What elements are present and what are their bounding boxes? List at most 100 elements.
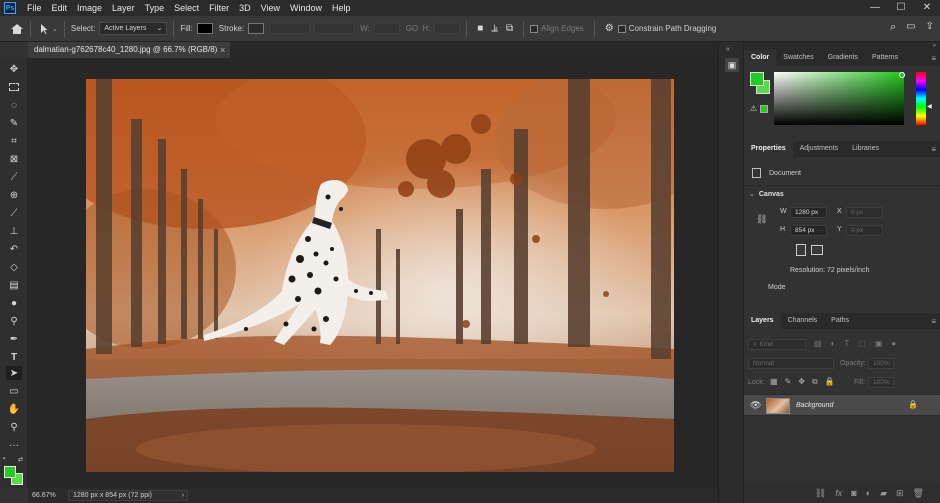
canvas-x-field[interactable]: 0 px <box>846 207 883 218</box>
rectangle-tool-icon[interactable]: ▭ <box>6 384 22 398</box>
quick-selection-tool-icon[interactable]: ✎ <box>6 116 22 130</box>
default-colors-icon[interactable]: ▪ <box>3 456 5 462</box>
search-icon[interactable]: ⌕ <box>890 21 896 34</box>
chevron-down-icon[interactable]: ⌄ <box>749 190 755 198</box>
tab-channels[interactable]: Channels <box>781 313 825 329</box>
type-filter-icon[interactable]: T <box>844 339 849 348</box>
zoom-level[interactable]: 66.67% <box>32 492 62 499</box>
menu-view[interactable]: View <box>256 0 285 16</box>
eyedropper-tool-icon[interactable]: ⟋ <box>6 170 22 184</box>
maximize-button[interactable]: ☐ <box>888 0 914 16</box>
path-arrangement-icon[interactable]: ⧉ <box>506 23 513 34</box>
smart-object-filter-icon[interactable]: ▣ <box>875 339 883 348</box>
menu-layer[interactable]: Layer <box>107 0 140 16</box>
tab-libraries[interactable]: Libraries <box>845 141 886 157</box>
pen-tool-icon[interactable]: ✒ <box>6 332 22 346</box>
blur-tool-icon[interactable]: ● <box>6 296 22 310</box>
layer-row[interactable]: 👁 Background 🔒 <box>744 394 940 416</box>
more-tools-icon[interactable]: ··· <box>6 438 22 452</box>
dodge-tool-icon[interactable]: ⚲ <box>6 314 22 328</box>
menu-image[interactable]: Image <box>72 0 107 16</box>
menu-filter[interactable]: Filter <box>204 0 234 16</box>
stroke-width-field[interactable] <box>270 23 311 34</box>
stroke-swatch[interactable] <box>248 23 265 34</box>
marquee-tool-icon[interactable] <box>6 80 22 94</box>
tab-adjustments[interactable]: Adjustments <box>793 141 846 157</box>
layer-name[interactable]: Background <box>796 402 833 409</box>
trash-icon[interactable]: 🗑 <box>913 488 924 499</box>
zoom-tool-icon[interactable]: ⚲ <box>6 420 22 434</box>
swap-colors-icon[interactable]: ⇄ <box>18 456 23 463</box>
brush-tool-icon[interactable]: ⟋ <box>6 206 22 220</box>
tab-layers[interactable]: Layers <box>744 313 781 329</box>
toggle-filter-icon[interactable]: ● <box>891 339 896 348</box>
frame-tool-icon[interactable]: ⊠ <box>6 152 22 166</box>
close-document-icon[interactable]: × <box>220 42 230 58</box>
menu-help[interactable]: Help <box>327 0 356 16</box>
canvas-width-field[interactable]: 1280 px <box>790 207 827 218</box>
eraser-tool-icon[interactable]: ◇ <box>6 260 22 274</box>
layer-filter-kind[interactable]: ⌕ Kind <box>748 339 806 350</box>
menu-select[interactable]: Select <box>169 0 204 16</box>
shape-filter-icon[interactable]: ⬚ <box>858 339 866 348</box>
gradient-tool-icon[interactable]: ▤ <box>6 278 22 292</box>
adjustment-icon[interactable]: ◐ <box>866 488 871 498</box>
lock-icon[interactable]: 🔒 <box>908 400 918 409</box>
hand-tool-icon[interactable]: ✋ <box>6 402 22 416</box>
lock-all-icon[interactable]: 🔒 <box>825 377 835 387</box>
menu-window[interactable]: Window <box>285 0 327 16</box>
landscape-orientation-icon[interactable] <box>811 245 823 255</box>
canvas-height-field[interactable]: 854 px <box>790 225 827 236</box>
opacity-field[interactable]: 100% <box>868 358 894 369</box>
fill-swatch[interactable] <box>196 23 213 34</box>
constrain-path-checkbox[interactable] <box>617 24 626 33</box>
move-tool-icon[interactable]: ✥ <box>6 62 22 76</box>
history-brush-tool-icon[interactable]: ↶ <box>6 242 22 256</box>
type-tool-icon[interactable]: T <box>6 350 22 364</box>
group-icon[interactable]: ▰ <box>880 488 887 499</box>
path-operations-icon[interactable]: ■ <box>477 23 483 34</box>
warning-icon[interactable]: ⚠ <box>750 104 757 113</box>
minimize-button[interactable]: — <box>862 0 888 16</box>
canvas-y-field[interactable]: 0 px <box>846 225 883 236</box>
menu-file[interactable]: File <box>22 0 47 16</box>
close-window-button[interactable]: ✕ <box>914 0 940 16</box>
lock-image-icon[interactable]: ✎ <box>785 377 792 387</box>
home-button[interactable] <box>10 23 24 35</box>
foreground-color-swatch[interactable] <box>4 466 16 478</box>
path-selection-tool-icon[interactable]: ➤ <box>6 366 22 380</box>
eye-icon[interactable]: 👁 <box>750 400 761 411</box>
adjustment-filter-icon[interactable]: ◐ <box>831 339 836 348</box>
tab-gradients[interactable]: Gradients <box>821 50 865 66</box>
document-info[interactable]: 1280 px x 854 px (72 ppi) › <box>68 490 188 501</box>
document-image[interactable] <box>86 79 674 472</box>
hue-slider-thumb[interactable]: ◀ <box>927 103 932 110</box>
link-dimensions-icon[interactable]: GO <box>406 24 418 33</box>
menu-3d[interactable]: 3D <box>234 0 256 16</box>
lock-artboard-icon[interactable]: ⧉ <box>812 377 818 387</box>
panel-menu-icon[interactable]: ≡ <box>931 54 936 63</box>
hue-slider[interactable] <box>916 72 926 125</box>
color-field[interactable] <box>774 72 904 125</box>
stroke-type-dropdown[interactable] <box>314 23 355 34</box>
workspace-icon[interactable]: ▭ <box>906 21 915 34</box>
collapse-arrows-icon[interactable]: « <box>726 46 730 53</box>
collapse-arrows-icon[interactable]: » <box>933 42 936 50</box>
tab-properties[interactable]: Properties <box>744 141 793 157</box>
width-field[interactable] <box>373 23 400 34</box>
healing-brush-tool-icon[interactable]: ⊕ <box>6 188 22 202</box>
menu-edit[interactable]: Edit <box>47 0 73 16</box>
crop-tool-icon[interactable]: ⌗ <box>6 134 22 148</box>
foreground-color-swatch[interactable] <box>750 72 764 86</box>
share-icon[interactable]: ⇪ <box>926 21 934 34</box>
link-icon[interactable]: ⛓ <box>756 214 767 225</box>
photoshop-logo[interactable]: Ps <box>4 2 16 14</box>
pixel-filter-icon[interactable]: ▨ <box>814 339 822 348</box>
menu-type[interactable]: Type <box>140 0 170 16</box>
fx-icon[interactable]: fx <box>835 488 842 498</box>
link-icon[interactable]: ⛓ <box>815 488 826 499</box>
web-safe-swatch[interactable] <box>760 105 768 113</box>
select-dropdown[interactable]: Active Layers ⌄ <box>99 22 168 35</box>
panel-menu-icon[interactable]: ≡ <box>931 317 936 326</box>
height-field[interactable] <box>434 23 461 34</box>
